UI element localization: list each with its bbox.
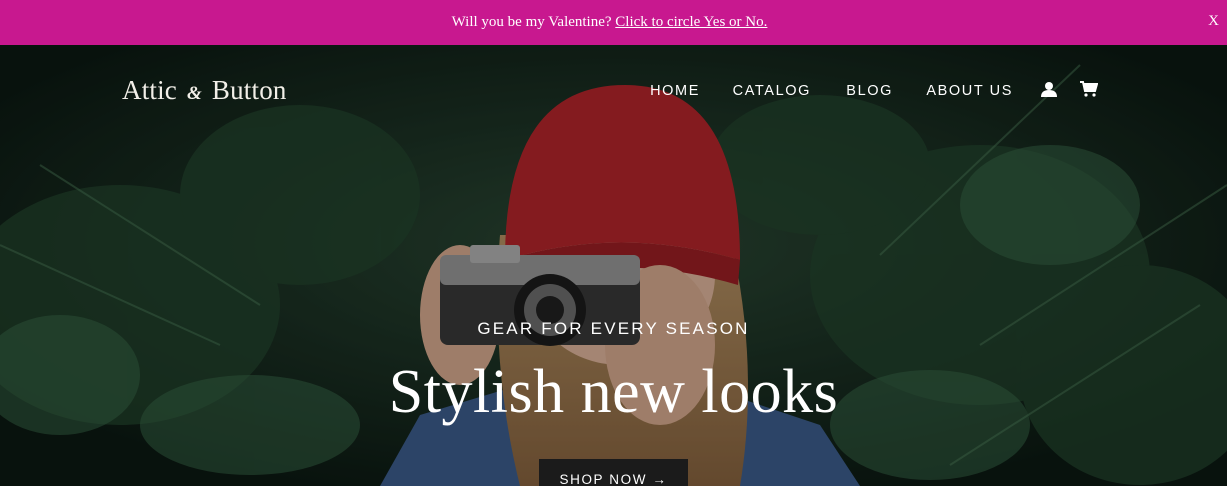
nav-home[interactable]: HOME — [650, 83, 700, 99]
announcement-link[interactable]: Click to circle Yes or No. — [615, 14, 767, 30]
hero-eyebrow: GEAR FOR EVERY SEASON — [477, 319, 750, 338]
account-icon[interactable] — [1041, 81, 1057, 102]
nav-about-us[interactable]: ABOUT US — [926, 83, 1013, 99]
logo-part1: Attic — [122, 75, 177, 105]
store-logo[interactable]: Attic & Button — [122, 75, 287, 106]
close-announcement-button[interactable]: X — [1208, 13, 1219, 30]
hero-title: Stylish new looks — [388, 358, 839, 426]
nav-blog[interactable]: BLOG — [846, 83, 893, 99]
logo-part2: Button — [211, 75, 287, 105]
cart-icon[interactable] — [1080, 81, 1099, 102]
announcement-bar: Will you be my Valentine? Click to circl… — [0, 0, 1227, 45]
shop-now-button[interactable]: SHOP NOW → — [539, 459, 688, 486]
logo-ampersand: & — [186, 83, 202, 104]
announcement-text: Will you be my Valentine? — [451, 14, 612, 30]
hero-section: Attic & Button HOME CATALOG BLOG ABOUT U… — [0, 45, 1227, 486]
announcement-message: Will you be my Valentine? Click to circl… — [452, 14, 768, 31]
nav-catalog[interactable]: CATALOG — [733, 83, 811, 99]
